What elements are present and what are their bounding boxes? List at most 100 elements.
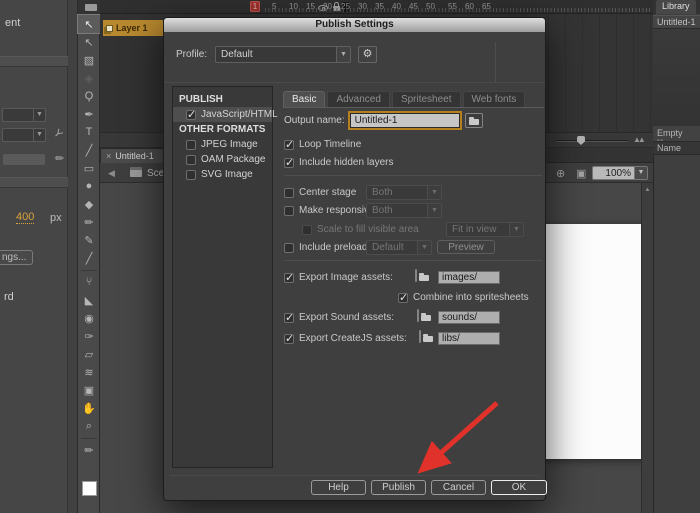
oval-tool[interactable]: ● [78, 177, 100, 195]
center-stage-checkbox[interactable] [284, 188, 294, 198]
sound-assets-folder-icon[interactable] [417, 309, 419, 322]
free-transform-tool[interactable]: ▧ [78, 51, 100, 69]
lasso-tool[interactable]: Ϙ [78, 87, 100, 105]
export-image-assets-row[interactable]: Export Image assets: [284, 272, 393, 283]
tab-library[interactable]: Library [656, 0, 696, 14]
stroke-color-tool[interactable]: ✏ [78, 441, 100, 459]
text-tool[interactable]: T [78, 123, 100, 141]
properties-dropdown-2[interactable]: ▼ [2, 128, 46, 142]
timeline-zoom-handle[interactable] [577, 136, 585, 145]
make-responsive-row[interactable]: Make responsive [284, 205, 375, 216]
timeline-zoom-track[interactable] [556, 140, 628, 142]
pencil-tool[interactable]: ✏ [78, 213, 100, 231]
include-hidden-layers-checkbox[interactable] [284, 158, 294, 168]
ruler-number[interactable]: 65 [482, 2, 491, 11]
stage-vertical-scrollbar[interactable]: ▲ [641, 183, 653, 513]
panel-divider[interactable] [68, 0, 78, 513]
fill-color-swatch[interactable] [82, 481, 97, 496]
paint-brush-tool[interactable]: ✎ [78, 231, 100, 249]
export-createjs-assets-row[interactable]: Export CreateJS assets: [284, 333, 407, 344]
ruler-number[interactable]: 35 [375, 2, 384, 11]
createjs-assets-path-input[interactable] [438, 332, 500, 345]
export-image-assets-checkbox[interactable] [284, 273, 294, 283]
camera-tool[interactable]: ▣ [78, 381, 100, 399]
image-assets-path-input[interactable] [438, 271, 500, 284]
include-hidden-layers-row[interactable]: Include hidden layers [284, 157, 394, 168]
output-name-input[interactable] [350, 113, 460, 128]
profile-options-button[interactable]: ⚙ [358, 46, 377, 63]
format-javascript-html[interactable]: JavaScript/HTML [173, 107, 272, 122]
ruler-number[interactable]: 50 [426, 2, 435, 11]
eyedropper-tool[interactable]: ✑ [78, 327, 100, 345]
close-icon[interactable]: × [106, 151, 111, 161]
document-tab-label[interactable]: Untitled-1 [115, 151, 154, 161]
format-oam-package[interactable]: OAM Package [173, 152, 272, 167]
image-assets-folder-icon[interactable] [415, 269, 417, 282]
line-tool[interactable]: ╱ [78, 141, 100, 159]
properties-section-bar-2[interactable] [0, 177, 68, 188]
selection-tool[interactable]: ↖ [78, 15, 100, 33]
tab-spritesheet[interactable]: Spritesheet [392, 91, 461, 107]
createjs-assets-folder-icon[interactable] [419, 330, 421, 343]
ok-button[interactable]: OK [491, 480, 547, 495]
properties-section-bar[interactable] [0, 56, 68, 67]
export-createjs-assets-checkbox[interactable] [284, 334, 294, 344]
ruler-number[interactable]: 40 [392, 2, 401, 11]
wrench-icon[interactable]: Y [51, 127, 65, 141]
sound-assets-path-input[interactable] [438, 311, 500, 324]
loop-timeline-row[interactable]: Loop Timeline [284, 139, 361, 150]
library-name-column-header[interactable]: Name [653, 141, 700, 155]
scroll-up-icon[interactable]: ▲ [645, 187, 651, 193]
paint-bucket-tool[interactable]: ◣ [78, 291, 100, 309]
eraser-tool[interactable]: ▱ [78, 345, 100, 363]
library-document-selector[interactable]: Untitled-1 [653, 15, 700, 29]
playhead-frame[interactable]: 1 [250, 1, 260, 12]
pencil-edit-icon[interactable]: ✏ [55, 152, 64, 165]
browse-folder-icon[interactable] [465, 113, 483, 128]
format-svg-image[interactable]: SVG Image [173, 167, 272, 182]
svg-image-checkbox[interactable] [186, 170, 196, 180]
format-jpeg-image[interactable]: JPEG Image [173, 137, 272, 152]
cancel-button[interactable]: Cancel [431, 480, 486, 495]
layer-name[interactable]: Layer 1 [116, 23, 148, 33]
oam-package-checkbox[interactable] [186, 155, 196, 165]
export-sound-assets-checkbox[interactable] [284, 313, 294, 323]
stage-height-value[interactable]: 400 [16, 211, 34, 224]
help-button[interactable]: Help [311, 480, 366, 495]
include-preloader-checkbox[interactable] [284, 243, 294, 253]
panel-collapse-button[interactable] [85, 4, 97, 11]
width-tool[interactable]: ≋ [78, 363, 100, 381]
ruler-number[interactable]: 15 [306, 2, 315, 11]
pen-tool[interactable]: ✒ [78, 105, 100, 123]
settings-button-fragment[interactable]: ngs... [0, 250, 33, 265]
lock-icon[interactable] [333, 6, 340, 11]
export-sound-assets-row[interactable]: Export Sound assets: [284, 312, 394, 323]
loop-timeline-checkbox[interactable] [284, 140, 294, 150]
publish-button[interactable]: Publish [371, 480, 426, 495]
tab-advanced[interactable]: Advanced [327, 91, 389, 107]
dialog-title[interactable]: Publish Settings [164, 18, 545, 32]
javascript-html-checkbox[interactable] [186, 110, 196, 120]
ruler-number[interactable]: 10 [289, 2, 298, 11]
ruler-number[interactable]: 30 [358, 2, 367, 11]
properties-dropdown-1[interactable]: ▼ [2, 108, 46, 122]
properties-text-field[interactable] [2, 153, 46, 166]
center-stage-row[interactable]: Center stage [284, 187, 356, 198]
layer-row[interactable]: Layer 1 [103, 20, 163, 36]
profile-dropdown[interactable]: Default ▼ [215, 46, 351, 63]
ruler-number[interactable]: 5 [272, 2, 276, 11]
center-stage-icon[interactable]: ⊕ [556, 167, 565, 180]
ruler-number[interactable]: 55 [448, 2, 457, 11]
ruler-number[interactable]: 25 [341, 2, 350, 11]
combine-spritesheets-checkbox[interactable] [398, 293, 408, 303]
rectangle-tool[interactable]: ▭ [78, 159, 100, 177]
combine-spritesheets-row[interactable]: Combine into spritesheets [398, 292, 529, 303]
jpeg-image-checkbox[interactable] [186, 140, 196, 150]
tab-web-fonts[interactable]: Web fonts [463, 91, 526, 107]
make-responsive-checkbox[interactable] [284, 206, 294, 216]
ruler-number[interactable]: 60 [465, 2, 474, 11]
document-tab[interactable]: × Untitled-1 [100, 148, 166, 163]
back-arrow-icon[interactable]: ◀ [108, 168, 115, 179]
scene-label-fragment[interactable]: Sce [147, 168, 164, 179]
subselection-tool[interactable]: ↖ [78, 33, 100, 51]
